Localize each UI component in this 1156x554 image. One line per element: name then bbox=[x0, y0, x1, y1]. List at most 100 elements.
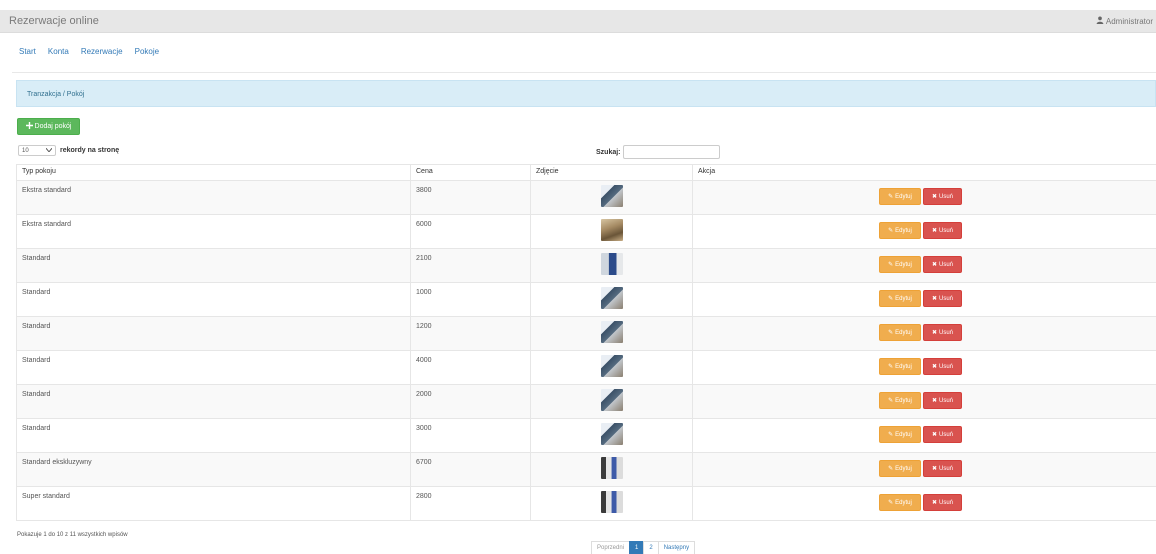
room-photo-bedroom-window bbox=[600, 355, 623, 377]
rooms-table: Typ pokoju Cena Zdjęcie Akcja Ekstra sta… bbox=[16, 164, 1156, 521]
room-photo-bedroom-window bbox=[600, 389, 623, 411]
main-nav: Start Konta Rezerwacje Pokoje bbox=[19, 47, 159, 56]
page-length-select[interactable]: 10 bbox=[18, 145, 56, 156]
room-photo-room-curtains bbox=[600, 491, 623, 513]
page-length-label: rekordy na stronę bbox=[60, 147, 120, 154]
table-row: Standard 3000 ✎ Edytuj ✖ Usuń bbox=[16, 418, 1156, 453]
edit-button[interactable]: ✎ Edytuj bbox=[879, 494, 921, 511]
edit-button[interactable]: ✎ Edytuj bbox=[879, 188, 921, 205]
edit-button[interactable]: ✎ Edytuj bbox=[879, 256, 921, 273]
col-header-room-type[interactable]: Typ pokoju bbox=[16, 164, 411, 181]
table-row: Standard 1000 ✎ Edytuj ✖ Usuń bbox=[16, 282, 1156, 317]
top-navbar: Rezerwacje online Administrator bbox=[0, 10, 1156, 33]
table-row: Super standard 2800 ✎ Edytuj ✖ Usuń bbox=[16, 486, 1156, 521]
close-icon: ✖ bbox=[931, 432, 937, 438]
delete-button[interactable]: ✖ Usuń bbox=[923, 494, 962, 511]
table-row: Standard 4000 ✎ Edytuj ✖ Usuń bbox=[16, 350, 1156, 385]
price-cell: 2800 bbox=[410, 486, 531, 521]
chevron-down-icon bbox=[45, 147, 53, 154]
table-row: Ekstra standard 3800 ✎ Edytuj ✖ Usuń bbox=[16, 180, 1156, 215]
delete-button[interactable]: ✖ Usuń bbox=[923, 222, 962, 239]
nav-konta[interactable]: Konta bbox=[48, 47, 69, 56]
edit-icon: ✎ bbox=[888, 330, 894, 336]
delete-button[interactable]: ✖ Usuń bbox=[923, 290, 962, 307]
close-icon: ✖ bbox=[931, 500, 937, 506]
price-cell: 4000 bbox=[410, 350, 531, 385]
nav-rezerwacje[interactable]: Rezerwacje bbox=[81, 47, 123, 56]
edit-icon: ✎ bbox=[888, 296, 894, 302]
room-type-cell: Standard bbox=[16, 384, 411, 419]
edit-button[interactable]: ✎ Edytuj bbox=[879, 290, 921, 307]
edit-icon: ✎ bbox=[888, 398, 894, 404]
edit-icon: ✎ bbox=[888, 194, 894, 200]
col-header-action[interactable]: Akcja bbox=[692, 164, 1156, 181]
close-icon: ✖ bbox=[931, 228, 937, 234]
app-brand[interactable]: Rezerwacje online bbox=[9, 15, 99, 27]
price-cell: 2100 bbox=[410, 248, 531, 283]
close-icon: ✖ bbox=[931, 296, 937, 302]
pagination-page-1[interactable]: 1 bbox=[629, 541, 645, 554]
room-photo-bedroom-window bbox=[600, 287, 623, 309]
add-room-button[interactable]: Dodaj pokój bbox=[17, 118, 80, 135]
delete-button[interactable]: ✖ Usuń bbox=[923, 256, 962, 273]
user-menu[interactable]: Administrator bbox=[1096, 16, 1153, 26]
room-photo-bedroom-window bbox=[600, 423, 623, 445]
table-row: Standard ekskluzywny 6700 ✎ Edytuj ✖ Usuń bbox=[16, 452, 1156, 487]
delete-button[interactable]: ✖ Usuń bbox=[923, 392, 962, 409]
delete-button[interactable]: ✖ Usuń bbox=[923, 324, 962, 341]
edit-icon: ✎ bbox=[888, 364, 894, 370]
room-type-cell: Ekstra standard bbox=[16, 180, 411, 215]
price-cell: 1000 bbox=[410, 282, 531, 317]
room-photo-room-curtains bbox=[600, 457, 623, 479]
table-row: Standard 2000 ✎ Edytuj ✖ Usuń bbox=[16, 384, 1156, 419]
close-icon: ✖ bbox=[931, 364, 937, 370]
col-header-photo[interactable]: Zdjęcie bbox=[530, 164, 693, 181]
search-control: Szukaj: bbox=[596, 145, 720, 159]
search-input[interactable] bbox=[622, 145, 720, 159]
pagination-page-2[interactable]: 2 bbox=[643, 541, 659, 554]
pagination: Poprzedni 1 2 Następny bbox=[591, 541, 696, 554]
room-type-cell: Super standard bbox=[16, 486, 411, 521]
nav-pokoje[interactable]: Pokoje bbox=[135, 47, 159, 56]
plus-icon bbox=[25, 122, 33, 131]
room-type-cell: Standard bbox=[16, 282, 411, 317]
edit-button[interactable]: ✎ Edytuj bbox=[879, 358, 921, 375]
room-type-cell: Standard ekskluzywny bbox=[16, 452, 411, 487]
room-type-cell: Standard bbox=[16, 418, 411, 453]
price-cell: 3800 bbox=[410, 180, 531, 215]
table-row: Standard 1200 ✎ Edytuj ✖ Usuń bbox=[16, 316, 1156, 351]
room-type-cell: Ekstra standard bbox=[16, 214, 411, 249]
search-label: Szukaj: bbox=[596, 148, 621, 156]
close-icon: ✖ bbox=[931, 194, 937, 200]
edit-icon: ✎ bbox=[888, 432, 894, 438]
user-icon bbox=[1096, 16, 1104, 26]
breadcrumb: Tranzakcja / Pokój bbox=[16, 80, 1156, 107]
close-icon: ✖ bbox=[931, 262, 937, 268]
edit-button[interactable]: ✎ Edytuj bbox=[879, 392, 921, 409]
pagination-next[interactable]: Następny bbox=[657, 541, 696, 554]
col-header-price[interactable]: Cena bbox=[410, 164, 531, 181]
pagination-prev[interactable]: Poprzedni bbox=[591, 541, 631, 554]
divider bbox=[12, 72, 1156, 73]
delete-button[interactable]: ✖ Usuń bbox=[923, 358, 962, 375]
price-cell: 6000 bbox=[410, 214, 531, 249]
edit-button[interactable]: ✎ Edytuj bbox=[879, 426, 921, 443]
edit-button[interactable]: ✎ Edytuj bbox=[879, 324, 921, 341]
edit-icon: ✎ bbox=[888, 466, 894, 472]
nav-start[interactable]: Start bbox=[19, 47, 36, 56]
room-photo-bedroom-window bbox=[600, 321, 623, 343]
edit-button[interactable]: ✎ Edytuj bbox=[879, 222, 921, 239]
table-row: Ekstra standard 6000 ✎ Edytuj ✖ Usuń bbox=[16, 214, 1156, 249]
edit-button[interactable]: ✎ Edytuj bbox=[879, 460, 921, 477]
breadcrumb-text: Tranzakcja / Pokój bbox=[27, 91, 85, 98]
edit-icon: ✎ bbox=[888, 228, 894, 234]
room-photo-hotel-room-warm bbox=[600, 219, 623, 241]
delete-button[interactable]: ✖ Usuń bbox=[923, 426, 962, 443]
edit-icon: ✎ bbox=[888, 500, 894, 506]
length-control: 10 rekordy na stronę bbox=[18, 145, 119, 156]
delete-button[interactable]: ✖ Usuń bbox=[923, 188, 962, 205]
price-cell: 1200 bbox=[410, 316, 531, 351]
room-photo-bedroom-window bbox=[600, 185, 623, 207]
table-header-row: Typ pokoju Cena Zdjęcie Akcja bbox=[16, 164, 1156, 181]
delete-button[interactable]: ✖ Usuń bbox=[923, 460, 962, 477]
